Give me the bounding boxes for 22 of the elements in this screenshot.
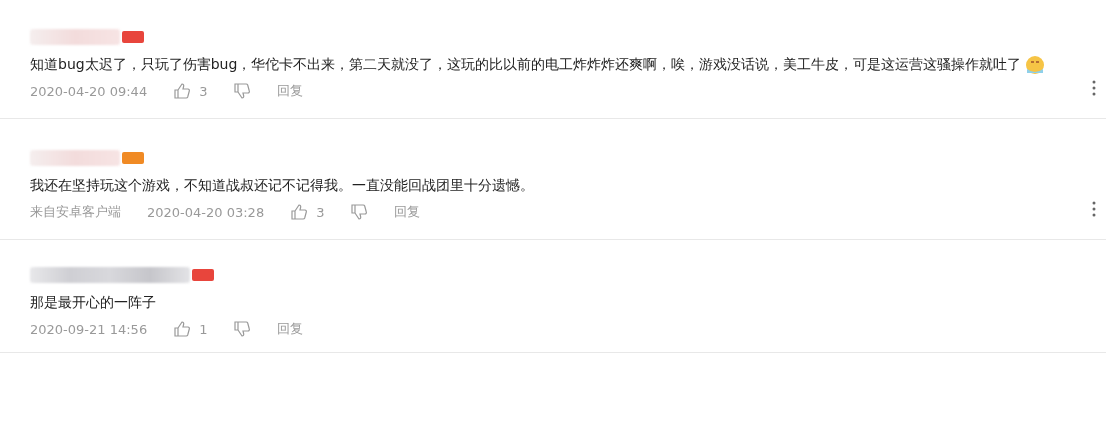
thumbs-down-icon[interactable] [350, 203, 369, 221]
more-icon[interactable] [1092, 80, 1096, 96]
timestamp: 2020-04-20 09:44 [30, 83, 148, 99]
thumbs-down-icon[interactable] [233, 82, 252, 100]
reply-link[interactable]: 回复 [277, 320, 304, 338]
comment-text: 那是最开心的一阵子 [30, 293, 157, 312]
emoji-icon [1025, 55, 1046, 75]
like-count: 3 [199, 83, 208, 99]
thumbs-up-icon[interactable] [290, 203, 309, 221]
thumbs-up-icon[interactable] [173, 320, 192, 338]
thumbs-up-icon[interactable] [173, 82, 192, 100]
reply-link[interactable]: 回复 [394, 203, 421, 221]
reply-link[interactable]: 回复 [277, 82, 304, 100]
comment-text: 知道bug太迟了，只玩了伤害bug，华佗卡不出来，第二天就没了，这玩的比以前的电工炸炸炸还爽啊，唉，游戏没话说，美工牛皮，可是这运营这骚操作就吐了 [30, 52, 1090, 76]
timestamp: 2020-04-20 03:28 [147, 204, 265, 220]
like-count: 3 [316, 204, 325, 220]
source-text: 来自安卓客户端 [30, 203, 121, 221]
thumbs-down-icon[interactable] [233, 320, 252, 338]
like-count: 1 [199, 321, 208, 337]
comment-text: 我还在坚持玩这个游戏，不知道战叔还记不记得我。一直没能回战团里十分遗憾。 [30, 176, 535, 195]
more-icon[interactable] [1092, 201, 1096, 217]
timestamp: 2020-09-21 14:56 [30, 321, 148, 337]
